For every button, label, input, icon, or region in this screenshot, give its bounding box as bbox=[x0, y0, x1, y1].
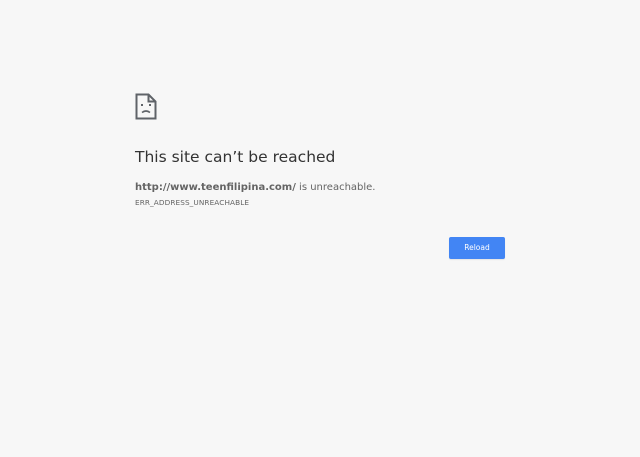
sad-page-icon bbox=[135, 93, 157, 120]
reload-button[interactable]: Reload bbox=[449, 237, 505, 259]
error-summary: http://www.teenfilipina.com/ is unreacha… bbox=[135, 181, 505, 195]
error-content: This site can’t be reached http://www.te… bbox=[135, 93, 505, 208]
error-page: This site can’t be reached http://www.te… bbox=[0, 0, 640, 457]
unreachable-url: http://www.teenfilipina.com/ bbox=[135, 182, 296, 193]
error-message: is unreachable. bbox=[295, 182, 376, 193]
error-code: ERR_ADDRESS_UNREACHABLE bbox=[135, 198, 250, 207]
page-title: This site can’t be reached bbox=[135, 148, 336, 166]
